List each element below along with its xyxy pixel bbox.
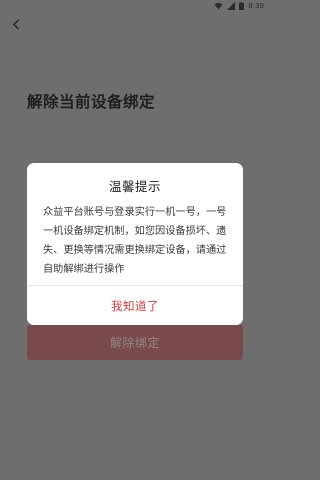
battery-icon — [239, 2, 245, 10]
page-title: 解除当前设备绑定 — [27, 93, 156, 111]
chevron-left-icon — [13, 19, 19, 29]
confirm-button[interactable]: 我知道了 — [27, 286, 243, 325]
alert-dialog: 温馨提示 众益平台账号与登录实行一机一号，一号一机设备绑定机制，如您因设备损坏、… — [27, 163, 243, 325]
back-button[interactable] — [7, 14, 25, 34]
dialog-title: 温馨提示 — [108, 179, 161, 194]
unbind-button[interactable]: 解除绑定 — [27, 325, 243, 360]
status-time: 8:30 — [248, 2, 264, 10]
status-bar: 8:30 — [0, 0, 270, 12]
signal-icon — [227, 2, 236, 10]
wifi-icon — [214, 2, 223, 10]
dialog-message: 众益平台账号与登录实行一机一号，一号一机设备绑定机制，如您因设备损坏、遗失、更换… — [43, 207, 227, 275]
